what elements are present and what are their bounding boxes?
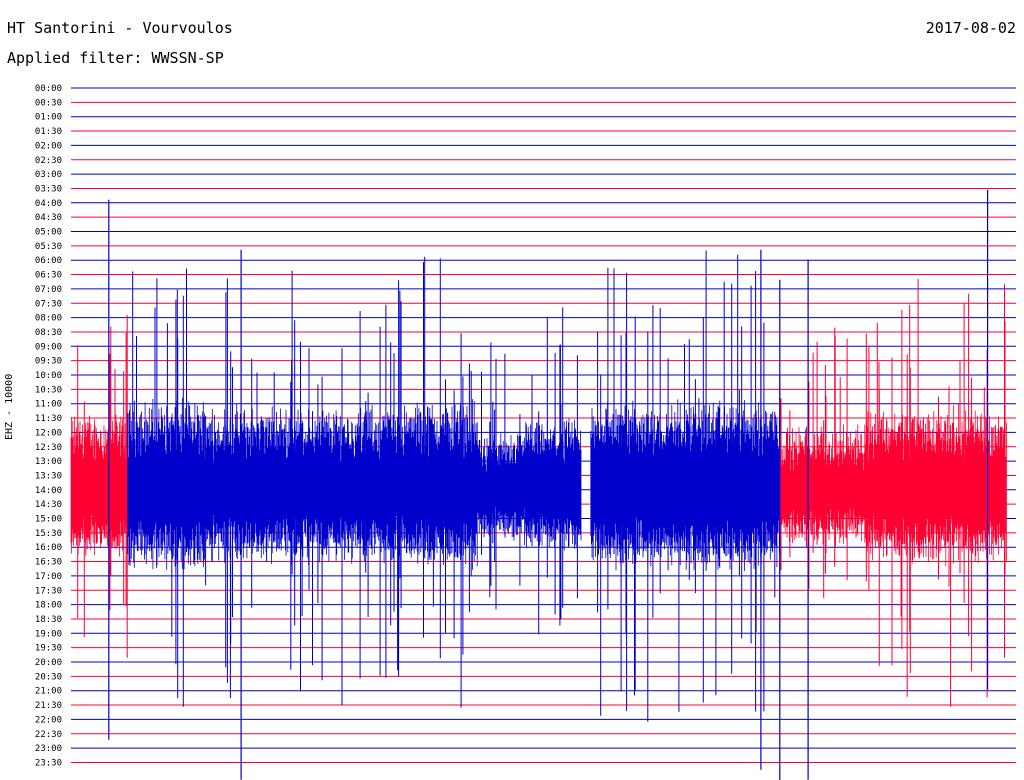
row-time-label: 16:00: [35, 543, 62, 553]
row-time-label: 02:00: [35, 141, 62, 151]
row-time-label: 09:30: [35, 357, 62, 367]
seismic-activity-band: [70, 414, 128, 557]
row-time-label: 14:00: [35, 486, 62, 496]
row-time-label: 13:30: [35, 471, 62, 481]
row-time-label: 11:30: [35, 414, 62, 424]
row-time-label: 02:30: [35, 156, 62, 166]
row-time-label: 14:30: [35, 500, 62, 510]
row-time-label: 15:00: [35, 515, 62, 525]
row-time-label: 17:30: [35, 586, 62, 596]
row-time-label: 22:00: [35, 715, 62, 725]
row-time-label: 12:00: [35, 428, 62, 438]
row-time-label: 21:30: [35, 701, 62, 711]
row-time-label: 20:30: [35, 672, 62, 682]
row-time-label: 13:00: [35, 457, 62, 467]
seismic-activity-band: [476, 433, 525, 541]
row-time-label: 05:00: [35, 228, 62, 238]
row-time-label: 03:30: [35, 184, 62, 194]
row-time-label: 04:00: [35, 199, 62, 209]
seismic-activity-band: [410, 399, 478, 570]
row-time-label: 16:30: [35, 558, 62, 568]
row-time-label: 21:00: [35, 687, 62, 697]
seismic-activity-band: [590, 399, 733, 571]
row-time-label: 10:30: [35, 385, 62, 395]
row-time-label: 15:30: [35, 529, 62, 539]
row-time-label: 06:30: [35, 271, 62, 281]
row-time-label: 17:00: [35, 572, 62, 582]
row-time-label: 18:30: [35, 615, 62, 625]
helicorder-chart: 00:00 00:30 01:00 01:30 02:00 02:30 03:00 03:30…: [35, 84, 1016, 780]
row-time-label: 05:30: [35, 242, 62, 252]
row-time-label: 01:00: [35, 113, 62, 123]
seismic-activity-band: [779, 424, 865, 547]
row-time-label: 01:30: [35, 127, 62, 137]
row-time-label: 20:00: [35, 658, 62, 668]
row-time-label: 19:00: [35, 629, 62, 639]
row-time-label: 09:00: [35, 342, 62, 352]
row-time-label: 12:30: [35, 443, 62, 453]
row-time-label: 00:00: [35, 84, 62, 94]
row-time-label: 10:00: [35, 371, 62, 381]
row-time-label: 08:00: [35, 314, 62, 324]
row-time-label: 11:00: [35, 400, 62, 410]
row-time-label: 23:00: [35, 744, 62, 754]
row-time-label: 18:00: [35, 601, 62, 611]
row-time-label: 22:30: [35, 730, 62, 740]
row-time-label: 00:30: [35, 98, 62, 108]
seismic-activity-band: [127, 397, 213, 570]
row-time-label: 19:30: [35, 644, 62, 654]
row-time-label: 03:00: [35, 170, 62, 180]
row-time-label: 23:30: [35, 758, 62, 768]
row-time-label: 07:30: [35, 299, 62, 309]
seismic-activity-band: [864, 403, 1007, 567]
seismic-activity-band: [524, 418, 582, 551]
row-time-label: 04:30: [35, 213, 62, 223]
seismic-activity-band: [306, 404, 412, 565]
row-time-label: 08:30: [35, 328, 62, 338]
row-time-label: 06:00: [35, 256, 62, 266]
row-time-label: 07:00: [35, 285, 62, 295]
